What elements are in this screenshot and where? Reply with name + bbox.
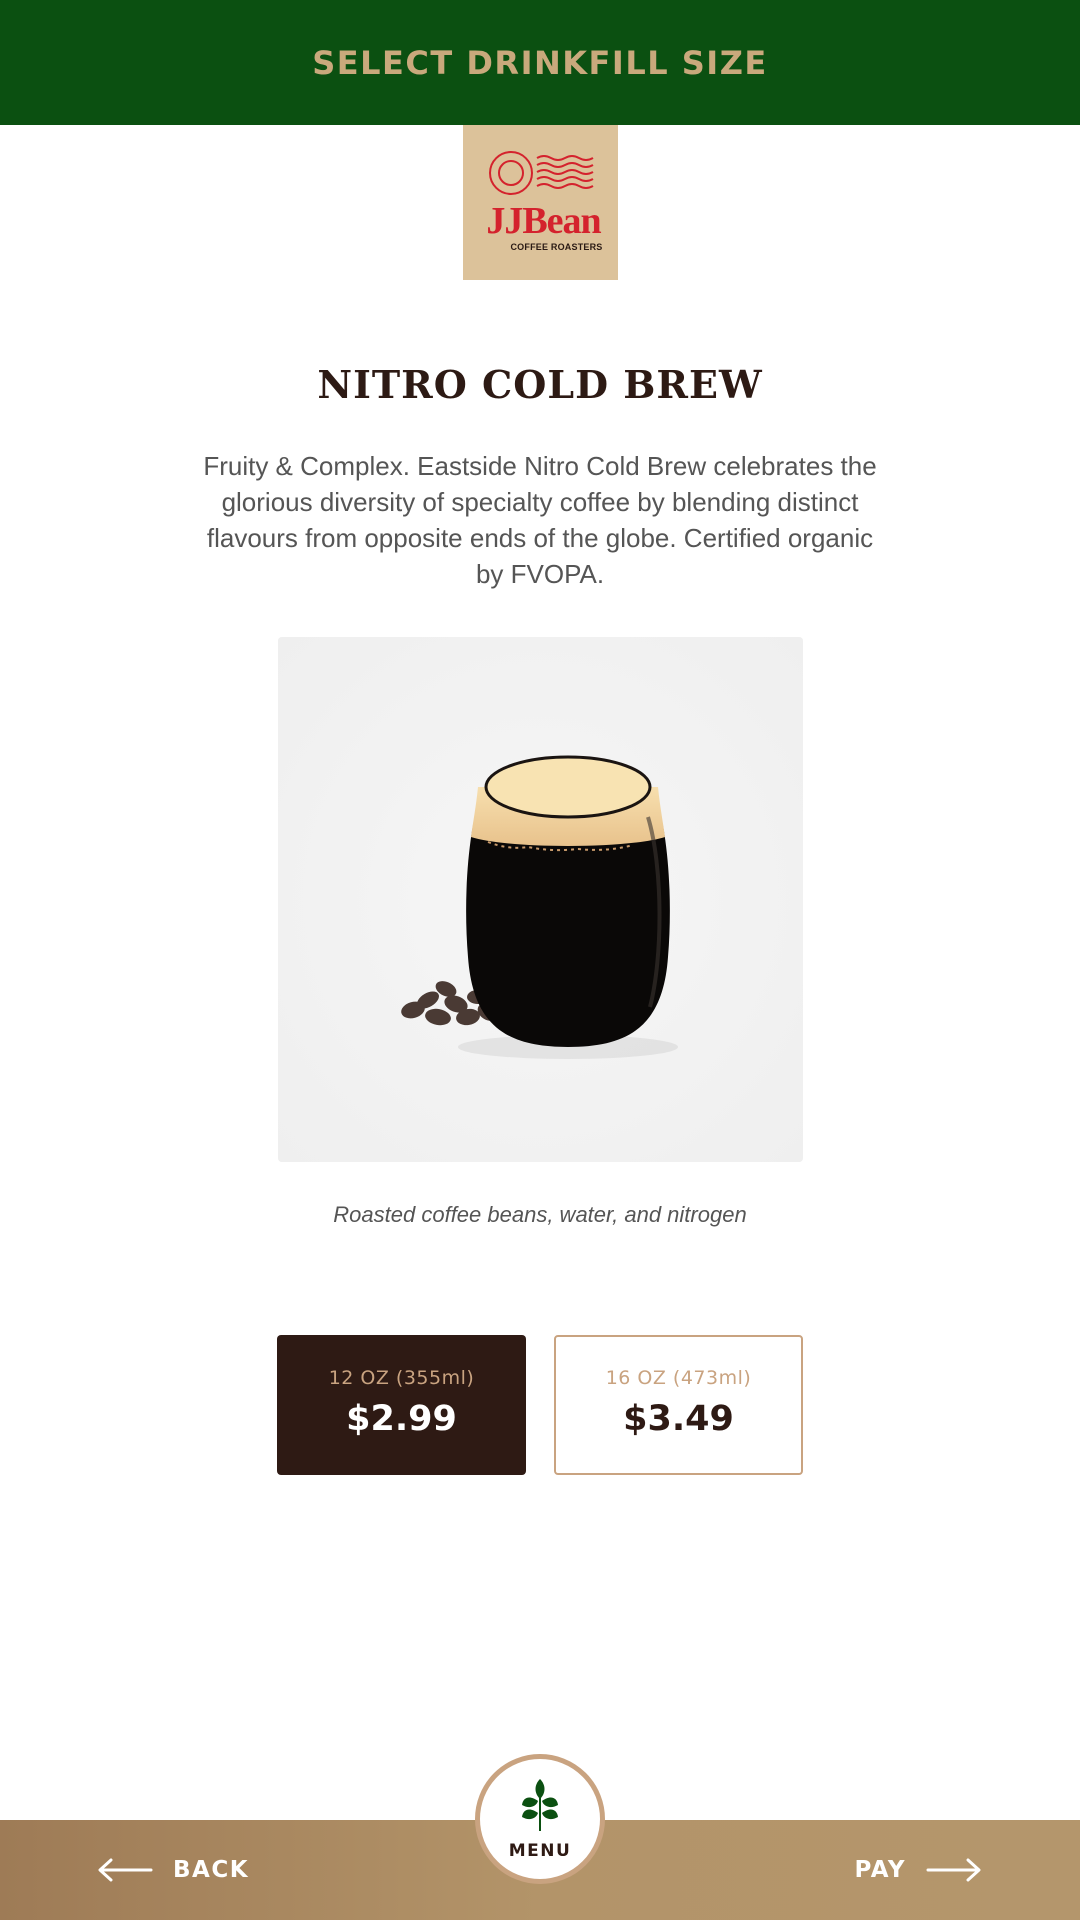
size-option-12oz[interactable]: 12 OZ (355ml) $2.99 — [277, 1335, 526, 1475]
ingredients-text: Roasted coffee beans, water, and nitroge… — [333, 1202, 747, 1227]
menu-label: MENU — [508, 1841, 572, 1861]
size-label: 12 OZ (355ml) — [328, 1367, 475, 1389]
size-price: $2.99 — [346, 1399, 457, 1439]
back-label: BACK — [173, 1857, 250, 1883]
back-button[interactable]: BACK — [97, 1820, 249, 1920]
menu-button[interactable]: MENU — [475, 1754, 605, 1884]
leaf-icon — [522, 1779, 558, 1831]
size-label: 16 OZ (473ml) — [605, 1367, 752, 1389]
size-price: $3.49 — [623, 1399, 734, 1439]
logo-subtitle: COFFEE ROASTERS — [510, 242, 603, 252]
product-title: NITRO COLD BREW — [317, 362, 763, 407]
brand-logo: JJBean COFFEE ROASTERS — [463, 125, 618, 280]
logo-brand-name: JJBean — [486, 200, 601, 242]
pay-button[interactable]: PAY — [855, 1820, 983, 1920]
arrow-right-icon — [926, 1858, 982, 1882]
arrow-left-icon — [97, 1858, 153, 1882]
header-bar: SELECT DRINKFILL SIZE — [0, 0, 1080, 125]
product-image — [278, 637, 803, 1162]
pay-label: PAY — [854, 1857, 906, 1883]
size-option-16oz[interactable]: 16 OZ (473ml) $3.49 — [554, 1335, 803, 1475]
page-title: SELECT DRINKFILL SIZE — [312, 43, 768, 82]
product-description: Fruity & Complex. Eastside Nitro Cold Br… — [203, 451, 877, 589]
